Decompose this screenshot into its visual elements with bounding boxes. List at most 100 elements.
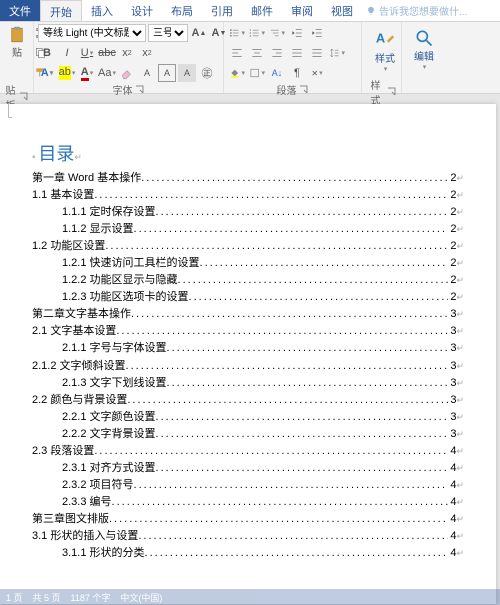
decrease-indent-button[interactable] bbox=[288, 24, 306, 42]
underline-button[interactable]: U▾ bbox=[78, 44, 96, 62]
font-color-button[interactable]: A▾ bbox=[78, 64, 96, 82]
change-case-button[interactable]: Aa▾ bbox=[98, 64, 116, 82]
bullets-button[interactable]: ▾ bbox=[228, 24, 246, 42]
tab-design[interactable]: 设计 bbox=[122, 0, 162, 21]
enclose-char-button[interactable]: ㊣ bbox=[198, 64, 216, 82]
align-justify-icon bbox=[290, 46, 304, 60]
styles-button[interactable]: A 样式 ▾ bbox=[366, 24, 404, 77]
toc-entry[interactable]: 1.2.1 快速访问工具栏的设置........................… bbox=[32, 255, 464, 272]
align-justify-button[interactable] bbox=[288, 44, 306, 62]
document-area[interactable]: ▪ 目录↵ 第一章 Word 基本操作.....................… bbox=[0, 104, 496, 604]
tab-strip: 文件 开始 插入 设计 布局 引用 邮件 审阅 视图 告诉我您想要做什... bbox=[0, 0, 500, 22]
toc-title: ▪ 目录↵ bbox=[32, 140, 464, 166]
borders-button[interactable]: ▾ bbox=[248, 64, 266, 82]
show-marks-button[interactable]: ¶ bbox=[288, 64, 306, 82]
toc-entry[interactable]: 2.2.2 文字背景设置............................… bbox=[32, 426, 464, 443]
toc-entry-title: 第二章文字基本操作 bbox=[32, 306, 131, 323]
strikethrough-button[interactable]: abc bbox=[98, 44, 116, 62]
toc-leader: ........................................… bbox=[112, 494, 449, 511]
sort-button[interactable]: A↓ bbox=[268, 64, 286, 82]
align-left-button[interactable] bbox=[228, 44, 246, 62]
font-launcher[interactable] bbox=[135, 85, 145, 95]
superscript-button[interactable]: x2 bbox=[138, 44, 156, 62]
toc-leader: ........................................… bbox=[116, 323, 448, 340]
char-border-button[interactable]: A bbox=[158, 64, 176, 82]
toc-entry[interactable]: 1.1.1 定时保存设置............................… bbox=[32, 204, 464, 221]
toc-entry[interactable]: 2.3.2 项目符号..............................… bbox=[32, 477, 464, 494]
toc-leader: ........................................… bbox=[167, 375, 449, 392]
char-shading-button[interactable]: A bbox=[178, 64, 196, 82]
editing-button[interactable]: 编辑 ▾ bbox=[406, 24, 442, 75]
toc-entry[interactable]: 2.2 颜色与背景设置.............................… bbox=[32, 392, 464, 409]
tell-me[interactable]: 告诉我您想要做什... bbox=[362, 0, 471, 21]
multilevel-button[interactable]: ▾ bbox=[268, 24, 286, 42]
toc-entry[interactable]: 2.2.1 文字颜色设置............................… bbox=[32, 409, 464, 426]
highlight-button[interactable]: ab▾ bbox=[58, 64, 76, 82]
font-size-combo[interactable]: 三号 bbox=[148, 24, 188, 42]
toc-entry[interactable]: 第三章图文排版.................................… bbox=[32, 511, 464, 528]
ribbon: 贴 贴板 等线 Light (中文标题) 三号 A▲ A▼ B I U▾ abc bbox=[0, 22, 500, 94]
italic-button[interactable]: I bbox=[58, 44, 76, 62]
tab-review[interactable]: 审阅 bbox=[282, 0, 322, 21]
toc-entry[interactable]: 第二章文字基本操作...............................… bbox=[32, 306, 464, 323]
toc-entry[interactable]: 2.1.3 文字下划线设置...........................… bbox=[32, 375, 464, 392]
toc-entry-title: 2.1.2 文字倾斜设置 bbox=[32, 358, 126, 375]
group-styles: A 样式 ▾ 样式 bbox=[362, 22, 402, 93]
toc-entry[interactable]: 1.2.3 功能区选项卡的设置.........................… bbox=[32, 289, 464, 306]
tab-file[interactable]: 文件 bbox=[0, 0, 40, 21]
toc-leader: ........................................… bbox=[156, 204, 449, 221]
increase-indent-button[interactable] bbox=[308, 24, 326, 42]
toc-entry[interactable]: 2.1 文字基本设置..............................… bbox=[32, 323, 464, 340]
tab-view[interactable]: 视图 bbox=[322, 0, 362, 21]
group-clipboard: 贴 贴板 bbox=[0, 22, 34, 93]
grow-font-button[interactable]: A▲ bbox=[190, 24, 208, 42]
toc-entry[interactable]: 2.3 段落设置................................… bbox=[32, 443, 464, 460]
toc-entry-title: 1.1 基本设置 bbox=[32, 187, 94, 204]
phonetic-guide-button[interactable]: A bbox=[138, 64, 156, 82]
text-effects-button[interactable]: A▾ bbox=[38, 64, 56, 82]
bold-button[interactable]: B bbox=[38, 44, 56, 62]
toc-entry[interactable]: 2.1.2 文字倾斜设置............................… bbox=[32, 358, 464, 375]
toc-entry[interactable]: 1.1.2 显示设置..............................… bbox=[32, 221, 464, 238]
toc-leader: ........................................… bbox=[167, 340, 449, 357]
styles-group-label: 样式 bbox=[366, 77, 385, 107]
toc-entry-title: 2.2.2 文字背景设置 bbox=[62, 426, 156, 443]
align-center-button[interactable] bbox=[248, 44, 266, 62]
paste-button[interactable]: 贴 bbox=[4, 24, 30, 61]
clear-formatting-button[interactable] bbox=[118, 64, 136, 82]
toc-entry[interactable]: 第一章 Word 基本操作...........................… bbox=[32, 170, 464, 187]
clipboard-launcher[interactable] bbox=[19, 92, 29, 102]
toc-entry[interactable]: 3.1.1 形状的分类.............................… bbox=[32, 545, 464, 562]
tab-references[interactable]: 引用 bbox=[202, 0, 242, 21]
toc-entry-title: 2.2 颜色与背景设置 bbox=[32, 392, 127, 409]
toc-entry[interactable]: 1.1 基本设置................................… bbox=[32, 187, 464, 204]
toc-entry[interactable]: 1.2 功能区设置...............................… bbox=[32, 238, 464, 255]
toc-entry[interactable]: 3.1 形状的插入与设置............................… bbox=[32, 528, 464, 545]
toc-entry-title: 2.1.3 文字下划线设置 bbox=[62, 375, 167, 392]
asian-layout-button[interactable]: ✕▾ bbox=[308, 64, 326, 82]
align-right-button[interactable] bbox=[268, 44, 286, 62]
shading-button[interactable]: ▾ bbox=[228, 64, 246, 82]
toc-page-num: 3↵ bbox=[448, 426, 464, 443]
paragraph-launcher[interactable] bbox=[299, 85, 309, 95]
status-lang: 中文(中国) bbox=[120, 591, 162, 604]
status-bar: 1 页 共 5 页 1187 个字 中文(中国) bbox=[0, 589, 500, 605]
numbering-button[interactable]: 123▾ bbox=[248, 24, 266, 42]
toc-page-num: 4↵ bbox=[448, 443, 464, 460]
align-distribute-button[interactable] bbox=[308, 44, 326, 62]
toc-leader: ........................................… bbox=[126, 358, 449, 375]
toc-entry[interactable]: 2.3.1 对齐方式设置............................… bbox=[32, 460, 464, 477]
toc-leader: ........................................… bbox=[127, 392, 448, 409]
tab-layout[interactable]: 布局 bbox=[162, 0, 202, 21]
styles-launcher[interactable] bbox=[387, 87, 397, 97]
toc-entry[interactable]: 1.2.2 功能区显示与隐藏..........................… bbox=[32, 272, 464, 289]
toc-entry[interactable]: 2.3.3 编号................................… bbox=[32, 494, 464, 511]
tab-home[interactable]: 开始 bbox=[40, 0, 82, 21]
tab-insert[interactable]: 插入 bbox=[82, 0, 122, 21]
line-spacing-button[interactable]: ▾ bbox=[328, 44, 346, 62]
toc-entry-title: 1.2.2 功能区显示与隐藏 bbox=[62, 272, 178, 289]
tab-mailings[interactable]: 邮件 bbox=[242, 0, 282, 21]
toc-entry[interactable]: 2.1.1 字号与字体设置...........................… bbox=[32, 340, 464, 357]
subscript-button[interactable]: x2 bbox=[118, 44, 136, 62]
font-family-combo[interactable]: 等线 Light (中文标题) bbox=[38, 24, 146, 42]
